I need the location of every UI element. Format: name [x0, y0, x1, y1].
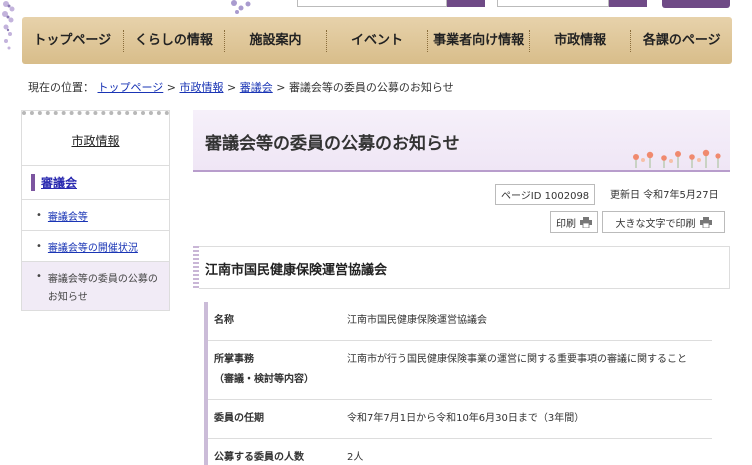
info-table: 名称 江南市国民健康保険運営協議会 所掌事務 （審議・検討等内容） 江南市が行う…	[204, 302, 712, 465]
sidebar-heading-link[interactable]: 市政情報	[71, 132, 119, 149]
flower-decoration-icon	[633, 149, 721, 168]
updated-date: 更新日 令和7年5月27日	[610, 190, 719, 201]
section-heading: 江南市国民健康保険運営協議会	[193, 246, 730, 289]
sidebar-item-current: • 審議会等の委員の公募のお知らせ	[22, 262, 169, 310]
search-input[interactable]	[297, 0, 447, 7]
row-value: 令和7年7月1日から令和10年6月30日まで（3年間）	[337, 399, 712, 439]
nav-item-city-admin[interactable]: 市政情報	[530, 29, 632, 52]
breadcrumb-separator: >	[166, 81, 176, 94]
print-label: 印刷	[556, 218, 576, 230]
row-value: 江南市が行う国民健康保険事業の運営に関する重要事項の審議に関すること	[337, 340, 712, 400]
row-label: 名称	[204, 302, 337, 341]
breadcrumb-separator: >	[276, 81, 286, 94]
print-button[interactable]: 印刷	[550, 211, 598, 233]
sidebar-item-label[interactable]: 審議会等の開催状況	[48, 239, 138, 254]
header-top	[0, 0, 752, 50]
page-id: ページID 1002098	[495, 184, 596, 205]
breadcrumb-separator: >	[227, 81, 237, 94]
row-value: 2人	[337, 438, 712, 465]
search-button[interactable]	[447, 0, 485, 7]
table-row: 委員の任期 令和7年7月1日から令和10年6月30日まで（3年間）	[204, 399, 712, 439]
breadcrumb-link-top[interactable]: トップページ	[98, 81, 164, 94]
table-row: 公募する委員の人数 2人	[204, 438, 712, 465]
breadcrumb-current: 審議会等の委員の公募のお知らせ	[288, 81, 454, 94]
section-title: 江南市国民健康保険運営協議会	[205, 263, 388, 278]
nav-item-business[interactable]: 事業者向け情報	[428, 29, 530, 52]
sidebar-heading: 市政情報	[22, 111, 169, 166]
nav-item-departments[interactable]: 各課のページ	[631, 30, 732, 52]
print-large-text-button[interactable]: 大きな文字で印刷	[602, 211, 725, 233]
header-menu-button[interactable]	[662, 0, 730, 8]
sidebar-item-label: 審議会等の委員の公募のお知らせ	[47, 274, 158, 303]
sidebar: 市政情報 審議会 • 審議会等 • 審議会等の開催状況 • 審議会等の委員の公募…	[21, 110, 170, 311]
breadcrumb-prefix: 現在の位置：	[28, 81, 94, 94]
secondary-search-input[interactable]	[497, 0, 609, 7]
global-nav: トップページ くらしの情報 施設案内 イベント 事業者向け情報 市政情報 各課の…	[22, 17, 732, 64]
breadcrumb-link-city-admin[interactable]: 市政情報	[180, 81, 224, 94]
nav-item-events[interactable]: イベント	[327, 29, 429, 52]
table-row: 所掌事務 （審議・検討等内容） 江南市が行う国民健康保険事業の運営に関する重要事…	[204, 340, 712, 400]
nav-item-top[interactable]: トップページ	[22, 29, 124, 52]
row-label: 所掌事務 （審議・検討等内容）	[204, 340, 337, 400]
row-label: 委員の任期	[204, 399, 337, 439]
bullet-icon: •	[36, 209, 42, 221]
printer-icon	[699, 216, 712, 228]
breadcrumb: 現在の位置： トップページ > 市政情報 > 審議会 > 審議会等の委員の公募の…	[28, 79, 454, 95]
sidebar-item-councils[interactable]: • 審議会等	[22, 200, 169, 231]
breadcrumb-link-council[interactable]: 審議会	[240, 81, 273, 94]
nav-item-facilities[interactable]: 施設案内	[225, 29, 327, 52]
bullet-icon: •	[36, 240, 42, 252]
print-large-label: 大きな文字で印刷	[615, 218, 696, 230]
sidebar-category-link[interactable]: 審議会	[31, 174, 77, 191]
page-title: 審議会等の委員の公募のお知らせ	[205, 134, 460, 154]
sidebar-category: 審議会	[22, 166, 169, 200]
wisteria-decoration-icon	[231, 0, 251, 14]
printer-icon	[580, 216, 592, 228]
sidebar-item-meeting-status[interactable]: • 審議会等の開催状況	[22, 231, 169, 262]
bullet-icon: •	[36, 271, 42, 282]
sidebar-item-label[interactable]: 審議会等	[48, 208, 88, 223]
table-row: 名称 江南市国民健康保険運営協議会	[204, 302, 712, 341]
page-title-box: 審議会等の委員の公募のお知らせ	[193, 110, 730, 172]
secondary-search-button[interactable]	[609, 0, 647, 7]
row-value: 江南市国民健康保険運営協議会	[337, 302, 712, 341]
nav-item-living[interactable]: くらしの情報	[124, 29, 226, 52]
row-label: 公募する委員の人数	[204, 438, 337, 465]
